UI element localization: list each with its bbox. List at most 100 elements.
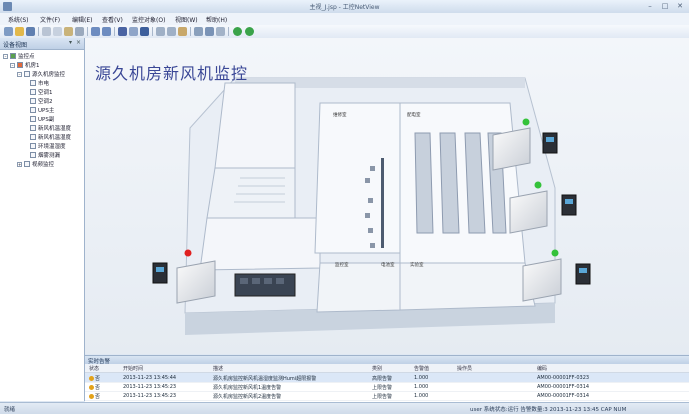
close-icon[interactable]: ✕ [673, 1, 687, 11]
cut-icon[interactable] [42, 27, 51, 36]
toolbar-separator [114, 27, 115, 36]
column-header[interactable]: 状态 [89, 365, 99, 372]
warning-icon [89, 376, 94, 381]
room-upper-left [214, 82, 296, 169]
warning-icon [89, 394, 94, 399]
menu-edit[interactable]: 编辑(E) [72, 15, 92, 24]
alarm-table-header: 状态 开始时间 描述 类别 告警值 操作员 编码 [85, 364, 689, 373]
menu-window[interactable]: 视图(W) [175, 15, 198, 24]
alarm-panel-header: 实时告警 [85, 356, 689, 365]
column-header[interactable]: 操作员 [457, 365, 472, 372]
device-icon [30, 89, 36, 95]
menu-system[interactable]: 系统(S) [8, 15, 29, 24]
status-text: 就绪 [4, 407, 16, 413]
minimize-icon[interactable]: – [643, 1, 657, 11]
device-icon [30, 152, 36, 158]
table-icon[interactable] [129, 27, 138, 36]
new-icon[interactable] [4, 27, 13, 36]
tree-node-device[interactable]: 新风机温湿度 [30, 133, 71, 141]
column-header[interactable]: 描述 [213, 365, 223, 372]
room-lab [399, 262, 536, 311]
zoom-out-icon[interactable] [167, 27, 176, 36]
tree-node-device[interactable]: 新风机温湿度 [30, 124, 71, 132]
grid-icon[interactable] [140, 27, 149, 36]
table-row[interactable]: 否 2013-11-23 13:45:23 源久机房监控新风机2温度告警 上限告… [85, 391, 689, 401]
open-icon[interactable] [15, 27, 24, 36]
save-icon[interactable] [26, 27, 35, 36]
maximize-icon[interactable]: □ [658, 1, 672, 11]
tool-icon[interactable] [194, 27, 203, 36]
print-icon[interactable] [118, 27, 127, 36]
column-header[interactable]: 告警值 [414, 365, 429, 372]
column-header[interactable]: 开始时间 [123, 365, 143, 372]
collapse-toggle-icon[interactable]: – [3, 54, 8, 59]
monitor-view: 维修室 配电室 监控室 电池室 实验室 源久机房新风机监控 [85, 38, 689, 354]
pin-icon[interactable]: ▾ [69, 39, 72, 46]
settings-icon[interactable] [205, 27, 214, 36]
device-icon [30, 125, 36, 131]
room-lower-left [199, 217, 321, 271]
device-icon [30, 134, 36, 140]
room-label: 电池室 [381, 261, 395, 268]
link-icon[interactable] [216, 27, 225, 36]
tree-node-video[interactable]: + 视频监控 [17, 160, 54, 168]
device-icon [30, 107, 36, 113]
tree-node-device[interactable]: 环境温湿度 [30, 142, 66, 150]
toolbar-separator [38, 27, 39, 36]
status-light-ok [522, 118, 530, 126]
alarm-panel: 实时告警 状态 开始时间 描述 类别 告警值 操作员 编码 否 2013-11-… [85, 355, 689, 402]
undo-icon[interactable] [91, 27, 100, 36]
tree-node-room[interactable]: – 机房1 [10, 61, 40, 69]
tree-node-device[interactable]: 烟雾测漏 [30, 151, 60, 159]
menu-file[interactable]: 文件(F) [40, 15, 60, 24]
toolbar-separator [190, 27, 191, 36]
toolbar-separator [87, 27, 88, 36]
tree-node-monitor[interactable]: – 源久机房监控 [17, 70, 65, 78]
status-info: user 系统状态:运行 告警数量:3 2013-11-23 13:45 CAP… [470, 407, 627, 413]
tree-node-device[interactable]: 市电 [30, 79, 49, 87]
device-icon [30, 98, 36, 104]
warning-icon [89, 385, 94, 390]
status-bar: 就绪 user 系统状态:运行 告警数量:3 2013-11-23 13:45 … [0, 402, 689, 414]
device-tree-header: 设备视图 ▾ × [0, 38, 84, 50]
paste-icon[interactable] [64, 27, 73, 36]
status-light-ok [534, 181, 542, 189]
redo-icon[interactable] [102, 27, 111, 36]
title-bar: 主视_J.jsp - 工控NetView – □ ✕ [0, 0, 689, 14]
device-icon [30, 80, 36, 86]
room-label: 维修室 [333, 111, 347, 118]
page-title: 源久机房新风机监控 [95, 64, 249, 83]
toolbar-separator [228, 27, 229, 36]
home-icon [17, 62, 23, 68]
tree-node-device[interactable]: UPS主 [30, 106, 54, 114]
close-panel-icon[interactable]: × [76, 39, 81, 46]
column-header[interactable]: 编码 [537, 365, 547, 372]
collapse-toggle-icon[interactable]: – [10, 63, 15, 68]
collapse-toggle-icon[interactable]: – [17, 72, 22, 77]
forward-icon[interactable] [245, 27, 254, 36]
tree-node-device[interactable]: 空调1 [30, 88, 53, 96]
expand-toggle-icon[interactable]: + [17, 162, 22, 167]
tree-node-device[interactable]: UPS副 [30, 115, 54, 123]
root-node-icon [10, 53, 16, 59]
menu-view[interactable]: 查看(V) [102, 15, 123, 24]
menu-help[interactable]: 帮助(H) [206, 15, 227, 24]
status-light-alarm [184, 249, 192, 257]
menu-monitor-object[interactable]: 监控对象(O) [132, 15, 165, 24]
room-monitor [314, 102, 401, 254]
zoom-in-icon[interactable] [156, 27, 165, 36]
room-battery [316, 262, 401, 313]
window-title: 主视_J.jsp - 工控NetView [309, 4, 380, 11]
delete-icon[interactable] [75, 27, 84, 36]
toolbar-separator [152, 27, 153, 36]
room-label: 配电室 [407, 111, 421, 118]
back-icon[interactable] [233, 27, 242, 36]
tree-node-device[interactable]: 空调2 [30, 97, 53, 105]
device-icon [30, 143, 36, 149]
camera-icon [24, 161, 30, 167]
room-label: 实验室 [410, 261, 424, 268]
column-header[interactable]: 类别 [372, 365, 382, 372]
tree-node-root[interactable]: – 监控点 [3, 52, 35, 60]
properties-icon[interactable] [178, 27, 187, 36]
copy-icon[interactable] [53, 27, 62, 36]
